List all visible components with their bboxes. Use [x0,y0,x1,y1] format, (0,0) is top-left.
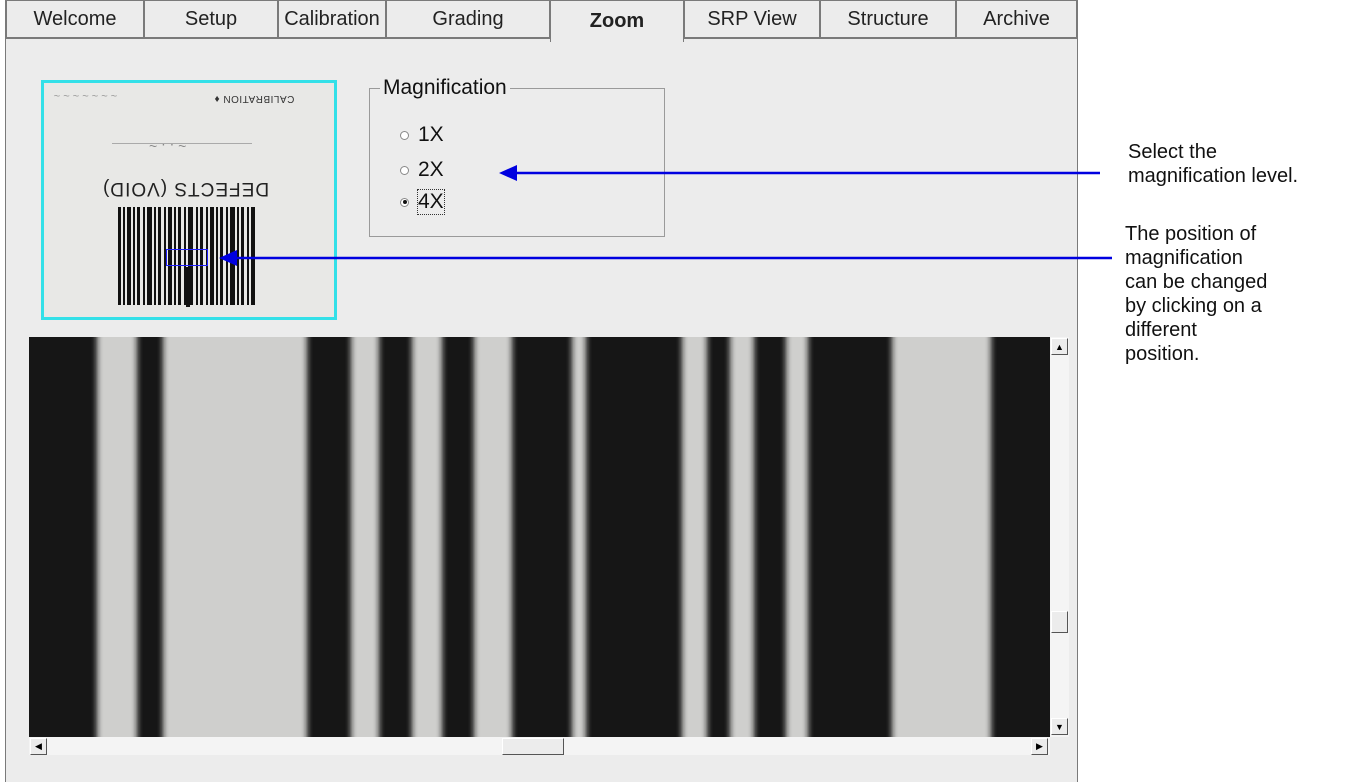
annotation-line: can be changed [1125,271,1268,293]
annotation-line: by clicking on a [1125,295,1262,317]
annotation-line: position. [1125,343,1200,365]
annotation-line: Select the [1128,141,1217,163]
annotation-line: The position of [1125,223,1257,245]
annotation-select-level: Select the magnification level. [1128,140,1298,188]
annotation-line: different [1125,319,1197,341]
annotation-line: magnification [1125,247,1243,269]
annotation-arrows [219,165,1112,266]
annotation-position-note: The position of magnification can be cha… [1125,222,1267,366]
annotation-line: magnification level. [1128,165,1299,187]
tab-zoom[interactable]: Zoom [550,0,684,42]
